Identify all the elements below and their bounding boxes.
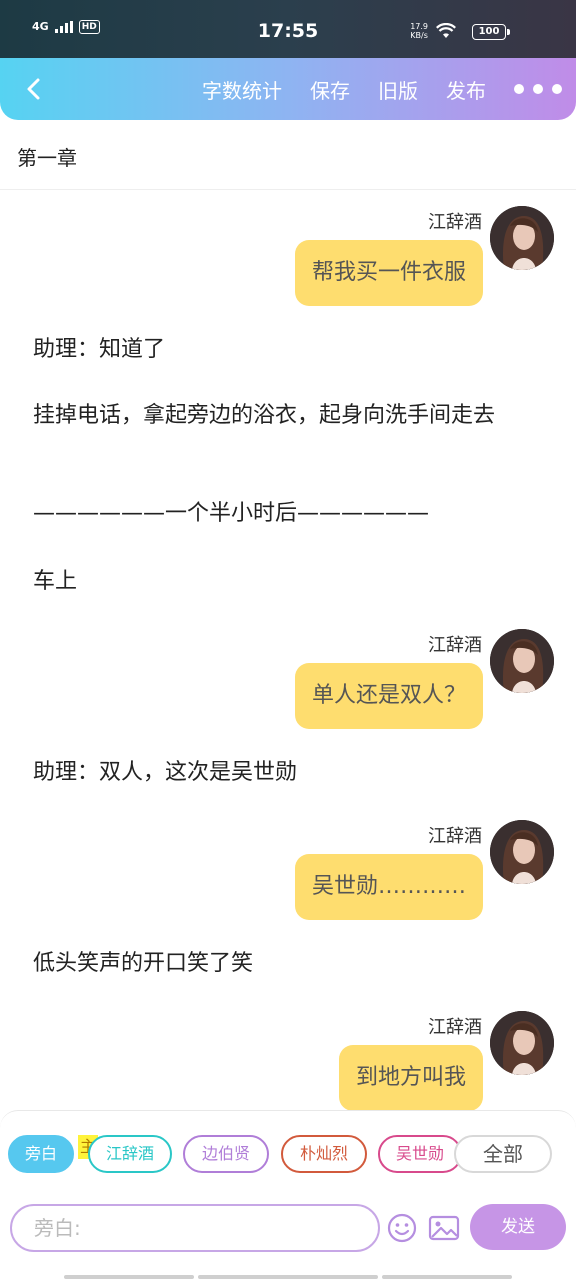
- publish-button[interactable]: 发布: [446, 75, 486, 104]
- nav-actions: 字数统计 保存 旧版 发布: [202, 58, 486, 120]
- emoji-smile-icon[interactable]: [386, 1212, 418, 1244]
- network-speed-value: 17.9: [410, 22, 428, 31]
- speaker-name: 江辞酒: [428, 212, 482, 233]
- network-speed: 17.9 KB/s: [410, 22, 428, 40]
- message-bubble[interactable]: 单人还是双人？: [294, 663, 483, 729]
- status-right: 17.9 KB/s: [410, 22, 456, 40]
- role-chip-all[interactable]: 全部: [454, 1135, 552, 1173]
- narration-text[interactable]: 助理：双人，这次是吴世勋: [33, 757, 543, 789]
- composer-row: 旁白: 发送: [10, 1204, 570, 1252]
- role-chips: 旁白 主 江辞酒 边伯贤 朴灿烈 吴世勋 全部: [8, 1135, 568, 1173]
- more-dots-icon[interactable]: [514, 76, 562, 102]
- wifi-icon: [436, 23, 456, 38]
- narration-text[interactable]: 车上: [33, 566, 543, 598]
- role-chip-jiangcijiu[interactable]: 江辞酒: [88, 1135, 172, 1173]
- image-icon[interactable]: [428, 1212, 460, 1244]
- story-content: 江辞酒 帮我买一件衣服 助理：知道了 挂掉电话，拿起旁边的浴衣，起身向洗手间走去…: [0, 190, 576, 1112]
- old-version-button[interactable]: 旧版: [378, 75, 418, 104]
- speaker-name: 江辞酒: [428, 1017, 482, 1038]
- message-bubble[interactable]: 到地方叫我: [338, 1045, 483, 1111]
- battery-icon: 100: [472, 24, 510, 40]
- message-input[interactable]: 旁白:: [10, 1204, 380, 1252]
- avatar: [490, 820, 554, 884]
- chevron-left-icon[interactable]: [20, 74, 50, 104]
- narration-text[interactable]: 助理：知道了: [33, 334, 543, 366]
- narration-text[interactable]: ——————一个半小时后——————: [33, 498, 543, 530]
- avatar: [490, 206, 554, 270]
- message-bubble[interactable]: 吴世勋…………: [294, 854, 483, 920]
- nav-indicator: [382, 1275, 512, 1279]
- avatar: [490, 1011, 554, 1075]
- status-bar: 4G HD 17:55 17.9 KB/s 100: [0, 0, 576, 58]
- nav-indicator: [198, 1275, 378, 1279]
- role-chip-bianboxian[interactable]: 边伯贤: [183, 1135, 269, 1173]
- chapter-title[interactable]: 第一章: [17, 142, 77, 171]
- save-button[interactable]: 保存: [310, 75, 350, 104]
- send-button[interactable]: 发送: [470, 1204, 566, 1250]
- avatar: [490, 629, 554, 693]
- narration-text[interactable]: 低头笑声的开口笑了笑: [33, 948, 543, 980]
- word-count-button[interactable]: 字数统计: [202, 75, 282, 104]
- role-chip-wushixun[interactable]: 吴世勋: [378, 1135, 462, 1173]
- nav-indicator: [64, 1275, 194, 1279]
- top-nav-bar: 字数统计 保存 旧版 发布: [0, 58, 576, 120]
- message-bubble[interactable]: 帮我买一件衣服: [294, 240, 483, 306]
- composer-panel: 旁白 主 江辞酒 边伯贤 朴灿烈 吴世勋 全部 旁白: 发送: [0, 1110, 576, 1260]
- speaker-name: 江辞酒: [428, 635, 482, 656]
- role-chip-puchanlie[interactable]: 朴灿烈: [281, 1135, 367, 1173]
- network-speed-unit: KB/s: [410, 31, 428, 40]
- narration-text[interactable]: 挂掉电话，拿起旁边的浴衣，起身向洗手间走去: [33, 400, 543, 432]
- speaker-name: 江辞酒: [428, 826, 482, 847]
- role-chip-narrator[interactable]: 旁白: [8, 1135, 74, 1173]
